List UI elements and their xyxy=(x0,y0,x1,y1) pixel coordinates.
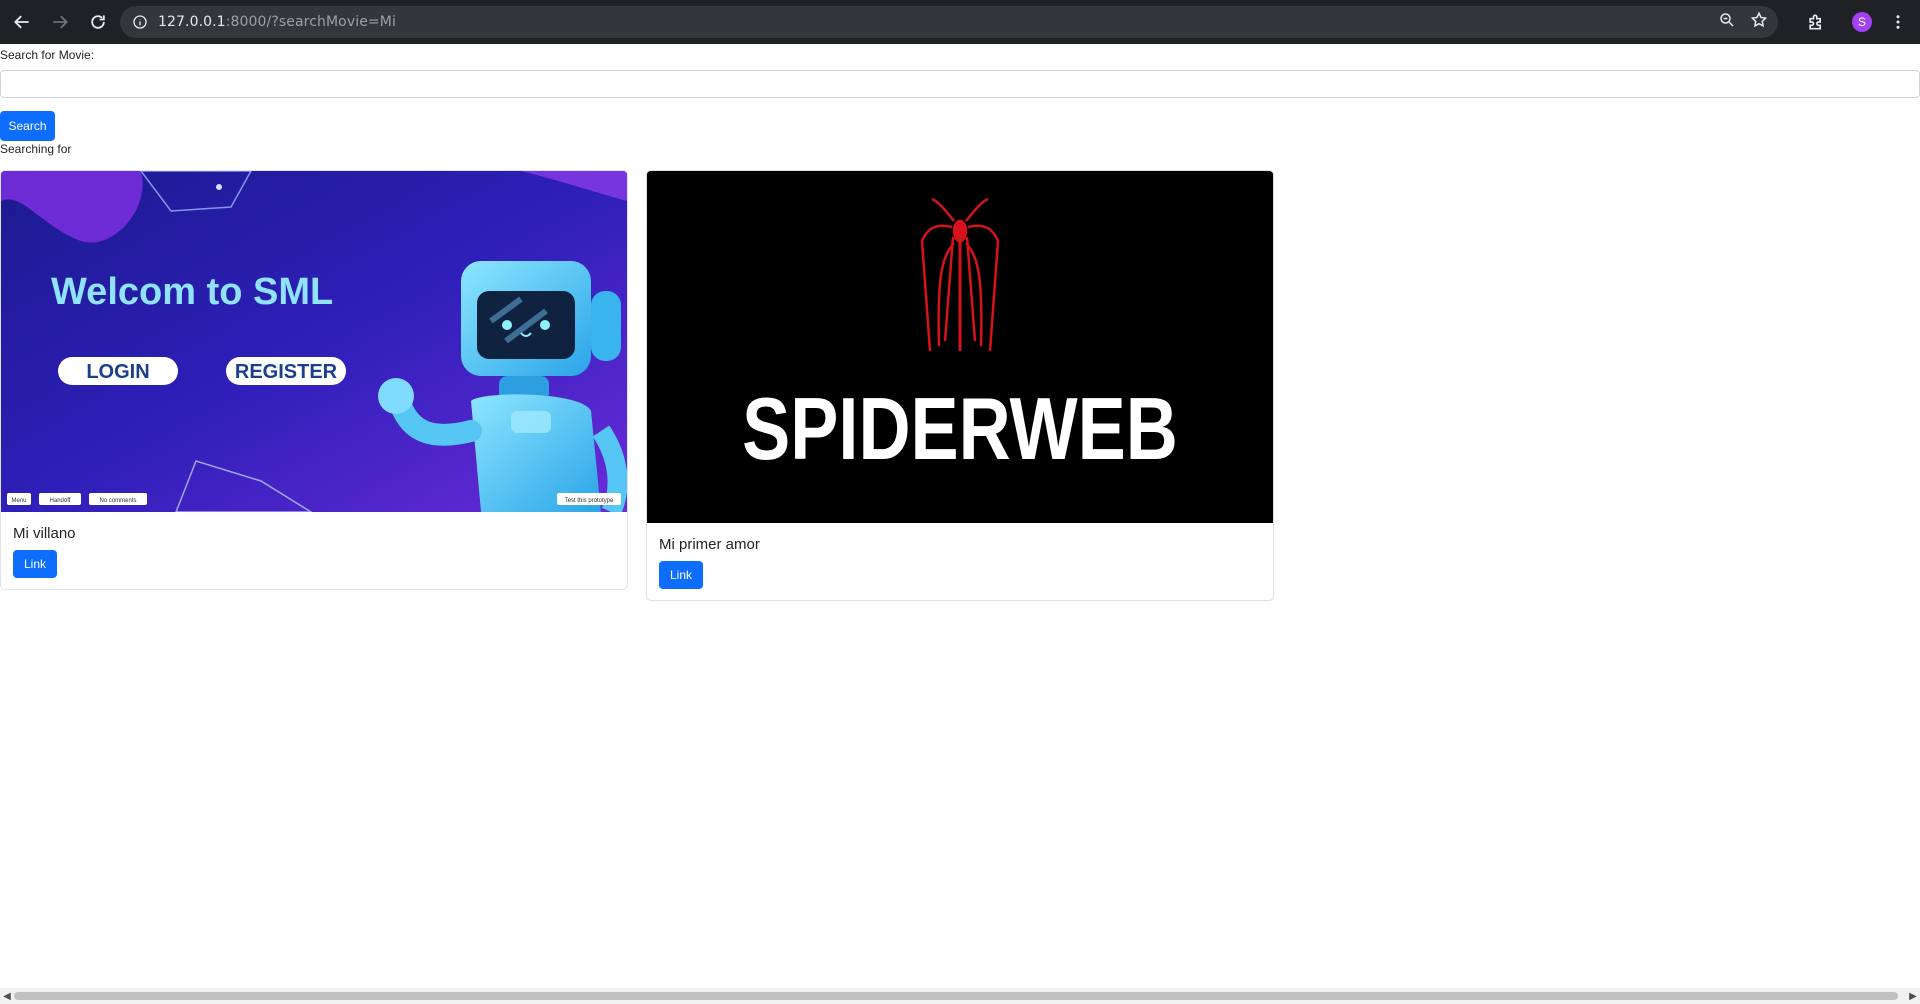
movie-card: SPIDERWEB Mi primer amor Link xyxy=(646,170,1274,601)
poster-sml-graphic: Welcom to SML LOGIN REGISTER Menu Handof… xyxy=(1,171,627,512)
browser-menu-button[interactable] xyxy=(1888,6,1908,38)
scroll-left-arrow-icon[interactable]: ◀ xyxy=(0,988,14,1004)
more-vert-icon xyxy=(1896,15,1900,29)
back-button[interactable] xyxy=(6,6,38,38)
movie-title: Mi primer amor xyxy=(659,536,760,553)
poster-footer-prototype: Test this prototype xyxy=(565,498,614,504)
searching-for-text: Searching for xyxy=(0,142,72,156)
poster-register: REGISTER xyxy=(235,361,338,383)
page-content: Search for Movie: Search Searching for W… xyxy=(0,44,1920,988)
scroll-right-arrow-icon[interactable]: ▶ xyxy=(1906,988,1920,1004)
poster-spiderweb-graphic: SPIDERWEB xyxy=(647,171,1273,523)
movie-link-button[interactable]: Link xyxy=(659,561,704,589)
reload-button[interactable] xyxy=(82,6,114,38)
poster-footer-menu: Menu xyxy=(11,498,26,504)
scrollbar-thumb[interactable] xyxy=(14,992,1898,1000)
movie-link-button[interactable]: Link xyxy=(13,550,58,578)
arrow-left-icon xyxy=(14,15,29,29)
search-input[interactable] xyxy=(0,70,1920,98)
url-host: 127.0.0.1 xyxy=(158,14,226,30)
movie-poster-image: Welcom to SML LOGIN REGISTER Menu Handof… xyxy=(1,171,627,512)
poster-headline: Welcom to SML xyxy=(51,271,333,313)
movie-card: Welcom to SML LOGIN REGISTER Menu Handof… xyxy=(0,170,628,590)
poster-footer-handoff: Handoff xyxy=(50,498,71,504)
search-button[interactable]: Search xyxy=(0,111,55,141)
poster-login: LOGIN xyxy=(86,361,149,383)
arrow-right-icon xyxy=(53,15,68,29)
movie-title: Mi villano xyxy=(13,525,76,542)
address-bar[interactable]: 127.0.0.1:8000/?searchMovie=Mi xyxy=(120,6,1778,38)
browser-toolbar: 127.0.0.1:8000/?searchMovie=Mi S xyxy=(0,0,1920,44)
site-info-icon[interactable] xyxy=(130,12,150,32)
url-text[interactable]: 127.0.0.1:8000/?searchMovie=Mi xyxy=(158,14,396,30)
horizontal-scrollbar[interactable]: ◀ ▶ xyxy=(0,988,1920,1004)
poster-headline: SPIDERWEB xyxy=(742,380,1178,478)
url-path: :8000/?searchMovie=Mi xyxy=(225,14,396,30)
search-label: Search for Movie: xyxy=(0,48,95,62)
extensions-button[interactable] xyxy=(1798,4,1834,40)
profile-avatar[interactable]: S xyxy=(1852,12,1872,32)
movie-poster-image: SPIDERWEB xyxy=(647,171,1273,523)
puzzle-icon xyxy=(1809,14,1821,30)
forward-button[interactable] xyxy=(44,6,76,38)
reload-icon xyxy=(91,15,105,29)
poster-footer-comments: No comments xyxy=(99,498,136,504)
zoom-icon[interactable] xyxy=(1718,11,1736,34)
bookmark-star-icon[interactable] xyxy=(1750,11,1768,34)
